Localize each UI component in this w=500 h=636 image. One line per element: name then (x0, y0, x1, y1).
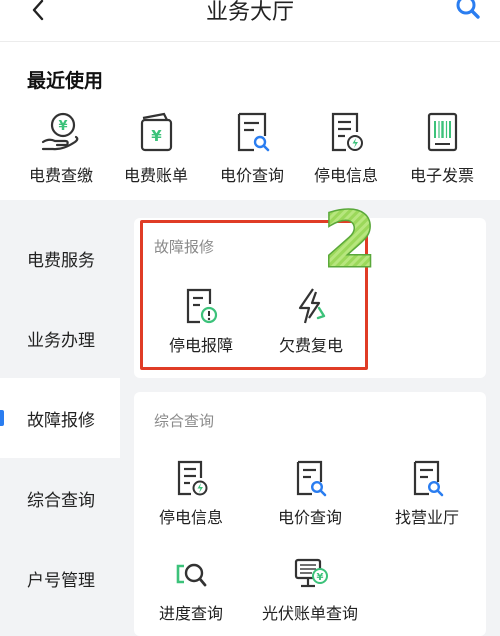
doc-alert-icon (181, 286, 221, 326)
progress-search-icon (171, 554, 211, 594)
recent-item-bill-pay[interactable]: ¥ 电费查缴 (13, 110, 109, 186)
grid-item-label: 进度查询 (158, 604, 223, 623)
sidebar-item-business[interactable]: 业务办理 (0, 298, 120, 378)
recent-item-bill[interactable]: ¥ 电费账单 (108, 110, 204, 186)
fault-repair-card: 故障报修 停电报障 欠费复电 (134, 218, 486, 378)
query-card: 综合查询 停电信息 电价查询 找营业厅 进度查询 ¥ 光伏账单查询 (134, 392, 486, 636)
grid-item-label: 停电信息 (158, 508, 223, 527)
doc-search-icon (230, 110, 274, 154)
section-title: 最近使用 (27, 70, 104, 92)
bolt-arrow-icon (291, 286, 331, 326)
step-number-text: 2 (324, 196, 377, 280)
recent-item-label: 电价查询 (219, 166, 284, 185)
grid-item-label: 停电报障 (168, 336, 233, 355)
search-icon[interactable] (454, 0, 482, 24)
grid-item-label: 电价查询 (277, 508, 342, 527)
grid-item-outage-report[interactable]: 停电报障 (146, 286, 256, 356)
doc-bolt-icon (171, 458, 211, 498)
page-title: 业务大厅 (205, 0, 294, 25)
monitor-yuan-icon: ¥ (290, 554, 330, 594)
recent-item-label: 电费查缴 (28, 166, 93, 185)
grid-item-label: 找营业厅 (394, 508, 459, 527)
grid-item-progress-query[interactable]: 进度查询 (136, 554, 246, 624)
hand-coin-icon: ¥ (39, 110, 83, 154)
doc-search-icon (290, 458, 330, 498)
grid-item-label: 光伏账单查询 (261, 604, 358, 623)
grid-item-pv-bill-query[interactable]: ¥ 光伏账单查询 (255, 554, 365, 624)
grid-item-price-query[interactable]: 电价查询 (255, 458, 365, 528)
step-number-badge: 2 (316, 196, 384, 280)
recent-item-label: 停电信息 (313, 166, 378, 185)
recent-item-label: 电费账单 (123, 166, 188, 185)
top-bar: 业务大厅 (0, 0, 500, 42)
recent-item-outage-info[interactable]: 停电信息 (298, 110, 394, 186)
svg-text:¥: ¥ (151, 127, 162, 145)
card-title: 故障报修 (154, 238, 215, 256)
svg-text:¥: ¥ (317, 572, 324, 583)
grid-item-outage-info[interactable]: 停电信息 (136, 458, 246, 528)
grid-item-find-hall[interactable]: 找营业厅 (372, 458, 482, 528)
sidebar-item-bill-service[interactable]: 电费服务 (0, 218, 120, 298)
doc-search-icon (407, 458, 447, 498)
recent-item-label: 电子发票 (409, 166, 474, 185)
sidebar-item-account[interactable]: 户号管理 (0, 538, 120, 618)
category-sidebar: 电费服务 业务办理 故障报修 综合查询 户号管理 (0, 218, 120, 636)
sidebar-item-query[interactable]: 综合查询 (0, 458, 120, 538)
recent-item-price-query[interactable]: 电价查询 (204, 110, 300, 186)
card-title: 综合查询 (154, 412, 215, 430)
doc-bolt-icon (324, 110, 368, 154)
sidebar-item-fault-repair[interactable]: 故障报修 (0, 378, 120, 458)
grid-item-restore-power[interactable]: 欠费复电 (256, 286, 366, 356)
wallet-yuan-icon: ¥ (134, 110, 178, 154)
barcode-doc-icon (420, 110, 464, 154)
svg-text:¥: ¥ (58, 119, 67, 134)
recent-item-e-invoice[interactable]: 电子发票 (394, 110, 490, 186)
recent-section: 最近使用 ¥ 电费查缴 ¥ 电费账单 电价查询 停电信息 电子发票 (0, 42, 500, 200)
grid-item-label: 欠费复电 (278, 336, 343, 355)
